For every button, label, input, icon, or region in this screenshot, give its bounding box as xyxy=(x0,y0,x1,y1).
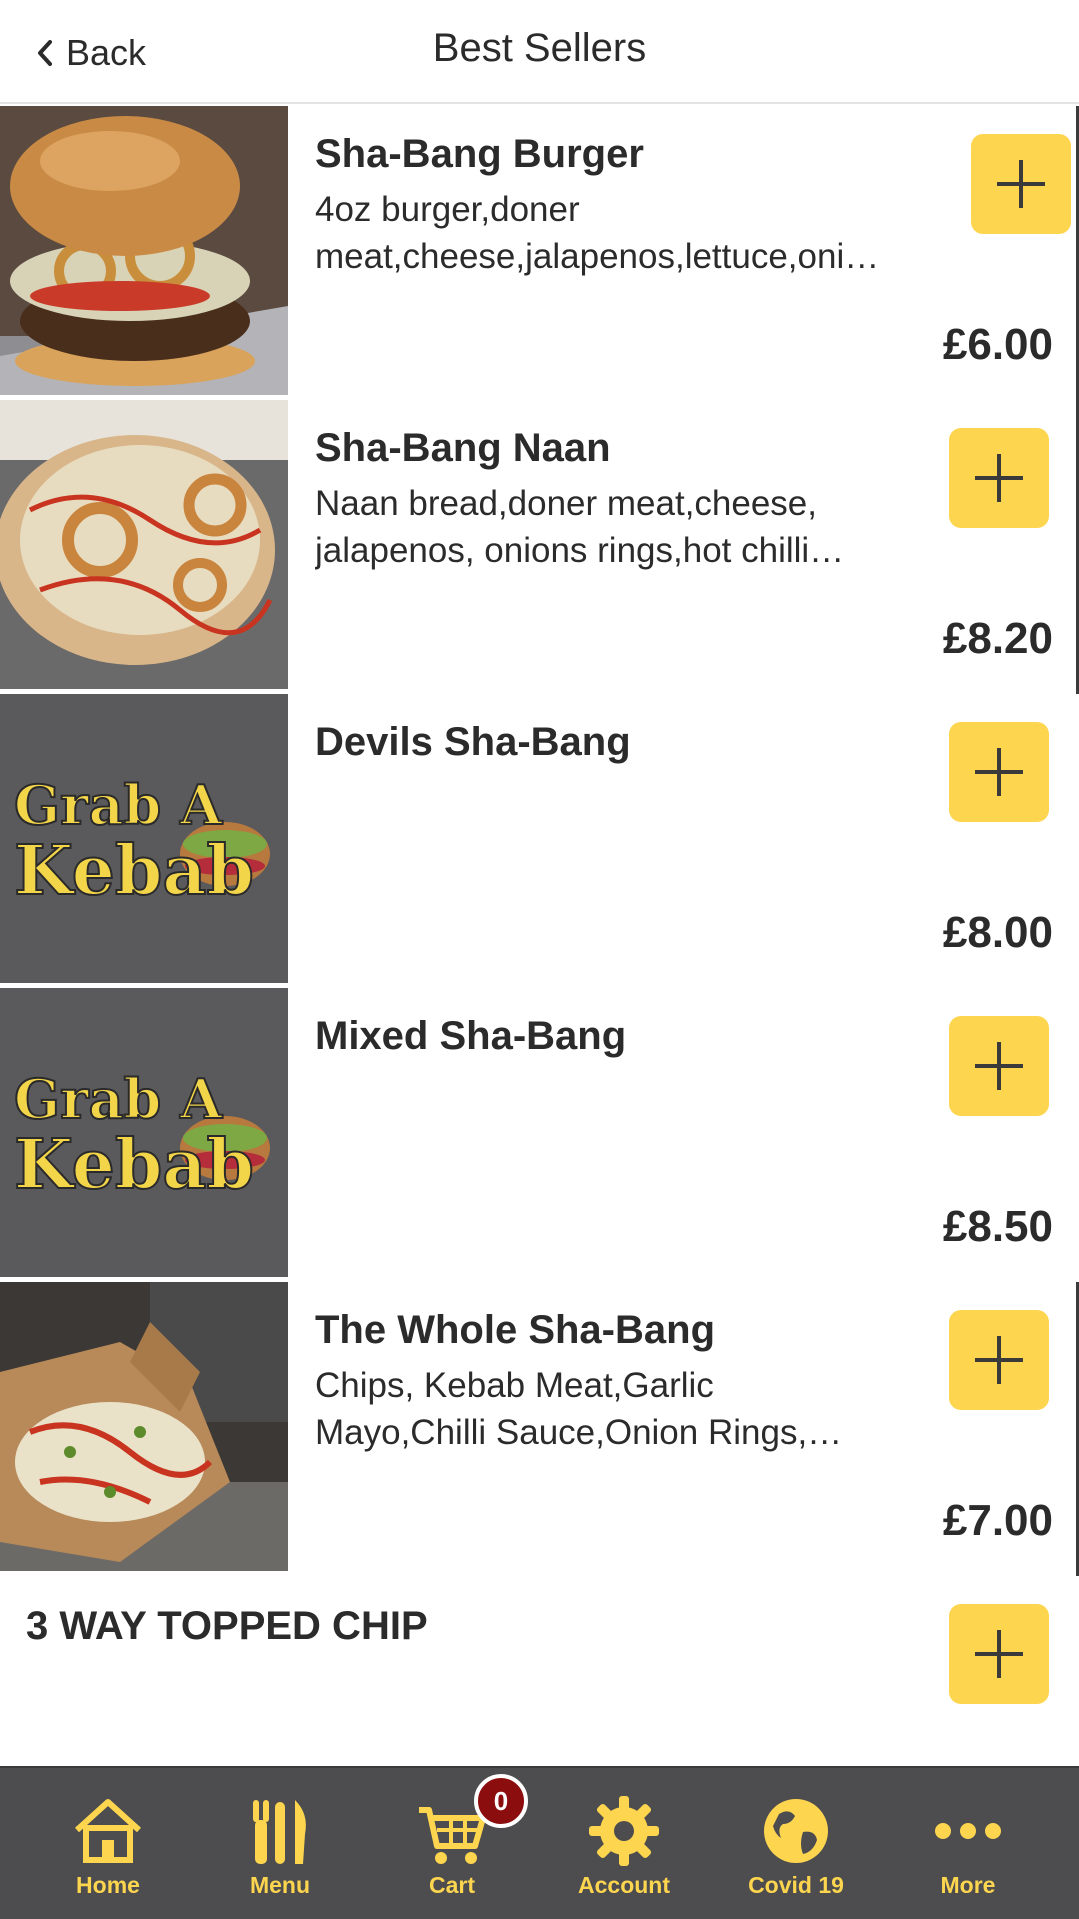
add-to-cart-button[interactable] xyxy=(949,1016,1049,1116)
naan-photo xyxy=(0,400,288,689)
plus-icon xyxy=(975,1042,1023,1090)
add-to-cart-button[interactable] xyxy=(971,134,1071,234)
tab-menu[interactable]: Menu xyxy=(194,1768,366,1919)
tab-label: Account xyxy=(578,1872,670,1898)
product-name: Sha-Bang Burger xyxy=(315,132,644,176)
product-description: Chips, Kebab Meat,Garlic Mayo,Chilli Sau… xyxy=(315,1362,915,1456)
category-title: 3 WAY TOPPED CHIP xyxy=(26,1604,428,1648)
add-to-cart-button[interactable] xyxy=(949,428,1049,528)
product-item[interactable]: The Whole Sha-Bang Chips, Kebab Meat,Gar… xyxy=(0,1282,1079,1576)
add-to-cart-button[interactable] xyxy=(949,1604,1049,1704)
svg-text:Grab A: Grab A xyxy=(14,1067,223,1131)
product-description: 4oz burger,doner meat,cheese,jalapenos,l… xyxy=(315,186,915,280)
chips-box-photo xyxy=(0,1282,288,1571)
product-name: Sha-Bang Naan xyxy=(315,426,611,470)
product-item[interactable]: Grab A Kebab Devils Sha-Bang £8.00 xyxy=(0,694,1079,988)
svg-text:Kebab: Kebab xyxy=(14,831,254,911)
bottom-tab-bar: Home Menu 0 Cart Account Covid 19 More xyxy=(0,1766,1079,1919)
tab-covid-19[interactable]: Covid 19 xyxy=(710,1768,882,1919)
gear-icon xyxy=(589,1796,659,1866)
grab-a-kebab-logo: Grab A Kebab xyxy=(0,694,288,983)
description-line: Naan bread,doner meat,cheese, xyxy=(315,484,817,523)
product-price: £8.00 xyxy=(942,908,1053,957)
product-item[interactable]: Grab A Kebab Mixed Sha-Bang £8.50 xyxy=(0,988,1079,1282)
home-icon xyxy=(74,1799,142,1863)
cutlery-icon xyxy=(253,1800,306,1864)
product-item[interactable]: Sha-Bang Burger 4oz burger,doner meat,ch… xyxy=(0,106,1079,400)
product-name: The Whole Sha-Bang xyxy=(315,1308,715,1352)
product-name: Mixed Sha-Bang xyxy=(315,1014,627,1058)
description-line: Chips, Kebab Meat,Garlic xyxy=(315,1366,714,1405)
svg-text:Grab A: Grab A xyxy=(14,773,223,837)
grab-a-kebab-logo: Grab A Kebab xyxy=(0,988,288,1277)
description-line: 4oz burger,doner xyxy=(315,190,580,229)
tab-label: Cart xyxy=(428,1872,475,1898)
product-description: Naan bread,doner meat,cheese, jalapenos,… xyxy=(315,480,915,574)
description-line: Mayo,Chilli Sauce,Onion Rings,… xyxy=(315,1413,843,1452)
tab-label: Home xyxy=(76,1872,140,1898)
product-price: £8.20 xyxy=(942,614,1053,663)
plus-icon xyxy=(975,1336,1023,1384)
tab-label: Menu xyxy=(249,1872,311,1898)
cart-count-badge: 0 xyxy=(474,1774,528,1828)
description-line: meat,cheese,jalapenos,lettuce,oni… xyxy=(315,237,880,276)
product-item[interactable]: Sha-Bang Naan Naan bread,doner meat,chee… xyxy=(0,400,1079,694)
add-to-cart-button[interactable] xyxy=(949,722,1049,822)
more-dots-icon xyxy=(935,1823,1001,1839)
product-price: £6.00 xyxy=(942,320,1053,369)
product-price: £8.50 xyxy=(942,1202,1053,1251)
add-to-cart-button[interactable] xyxy=(949,1310,1049,1410)
page-title: Best Sellers xyxy=(432,26,647,70)
tab-home[interactable]: Home xyxy=(22,1768,194,1919)
plus-icon xyxy=(997,160,1045,208)
burger-photo xyxy=(0,106,288,395)
globe-icon xyxy=(764,1799,828,1863)
plus-icon xyxy=(975,748,1023,796)
tab-label: Covid 19 xyxy=(748,1872,844,1898)
plus-icon xyxy=(975,454,1023,502)
product-name: Devils Sha-Bang xyxy=(315,720,631,764)
svg-text:Kebab: Kebab xyxy=(14,1125,254,1205)
description-line: jalapenos, onions rings,hot chilli… xyxy=(315,531,845,570)
category-row[interactable]: 3 WAY TOPPED CHIP xyxy=(0,1576,1079,1766)
top-bar: Back Best Sellers xyxy=(0,0,1079,104)
product-price: £7.00 xyxy=(942,1496,1053,1545)
tab-more[interactable]: More xyxy=(882,1768,1054,1919)
plus-icon xyxy=(975,1630,1023,1678)
tab-account[interactable]: Account xyxy=(538,1768,710,1919)
tab-label: More xyxy=(940,1872,996,1898)
tab-cart[interactable]: 0 Cart xyxy=(366,1768,538,1919)
product-list: Sha-Bang Burger 4oz burger,doner meat,ch… xyxy=(0,106,1079,1576)
